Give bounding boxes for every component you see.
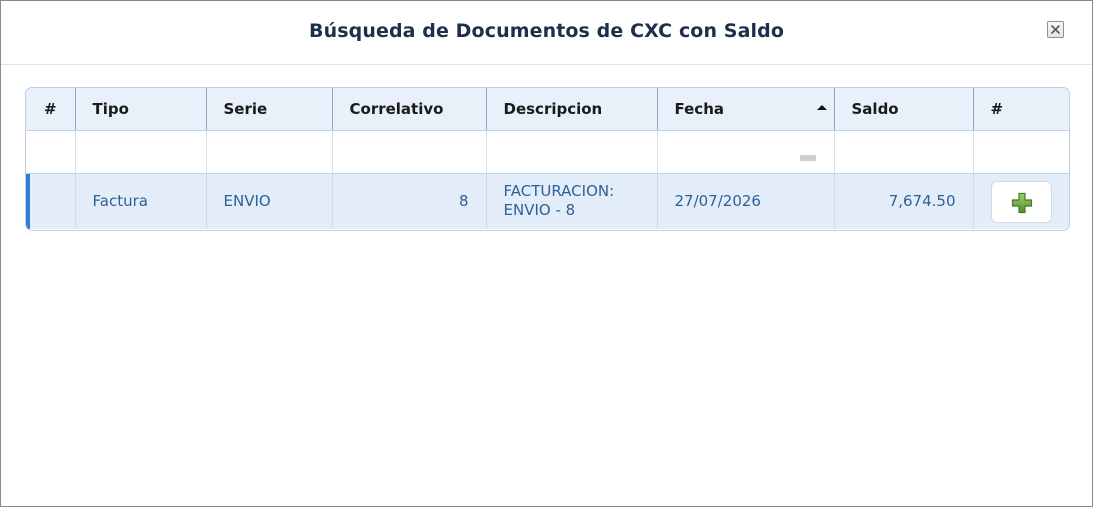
filter-cell-saldo[interactable] — [834, 130, 974, 174]
cell-fecha: 27/07/2026 — [657, 173, 835, 229]
cell-saldo: 7,674.50 — [834, 173, 974, 229]
column-header-fecha-label: Fecha — [674, 99, 725, 118]
column-header-tipo[interactable]: Tipo — [75, 88, 207, 131]
search-dialog: Búsqueda de Documentos de CXC con Saldo … — [0, 0, 1093, 507]
cell-serie: ENVIO — [206, 173, 333, 229]
column-header-serie[interactable]: Serie — [206, 88, 333, 131]
cell-index — [26, 173, 76, 229]
filter-cell-fecha[interactable] — [657, 130, 835, 174]
plus-icon — [1011, 193, 1032, 214]
documents-table: # Tipo Serie Correlativo Descripcion Fec… — [26, 88, 1069, 229]
column-header-descripcion[interactable]: Descripcion — [486, 88, 658, 131]
column-header-saldo[interactable]: Saldo — [834, 88, 974, 131]
filter-row — [26, 130, 1069, 174]
add-document-button[interactable] — [990, 181, 1052, 224]
filter-cell-action — [973, 130, 1069, 174]
filter-cell-index — [26, 130, 76, 174]
filter-cell-descripcion[interactable] — [486, 130, 658, 174]
column-header-correlativo[interactable]: Correlativo — [332, 88, 487, 131]
close-button[interactable] — [1047, 21, 1064, 38]
dialog-title: Búsqueda de Documentos de CXC con Saldo — [309, 20, 784, 42]
filter-cell-serie[interactable] — [206, 130, 333, 174]
column-header-index[interactable]: # — [26, 88, 76, 131]
cell-tipo: Factura — [75, 173, 207, 229]
filter-dash-icon[interactable] — [799, 154, 816, 161]
header-row: # Tipo Serie Correlativo Descripcion Fec… — [26, 88, 1069, 131]
table-row[interactable]: Factura ENVIO 8 FACTURACION: ENVIO - 8 2… — [26, 173, 1069, 229]
cell-action — [973, 173, 1069, 229]
cell-descripcion: FACTURACION: ENVIO - 8 — [486, 173, 658, 229]
column-header-fecha[interactable]: Fecha — [657, 88, 835, 131]
column-header-action: # — [973, 88, 1069, 131]
close-icon — [1051, 25, 1060, 34]
dialog-header: Búsqueda de Documentos de CXC con Saldo — [1, 1, 1092, 65]
documents-grid: # Tipo Serie Correlativo Descripcion Fec… — [25, 87, 1070, 231]
filter-cell-tipo[interactable] — [75, 130, 207, 174]
filter-cell-correlativo[interactable] — [332, 130, 487, 174]
sort-ascending-icon — [816, 105, 827, 110]
cell-correlativo: 8 — [332, 173, 487, 229]
